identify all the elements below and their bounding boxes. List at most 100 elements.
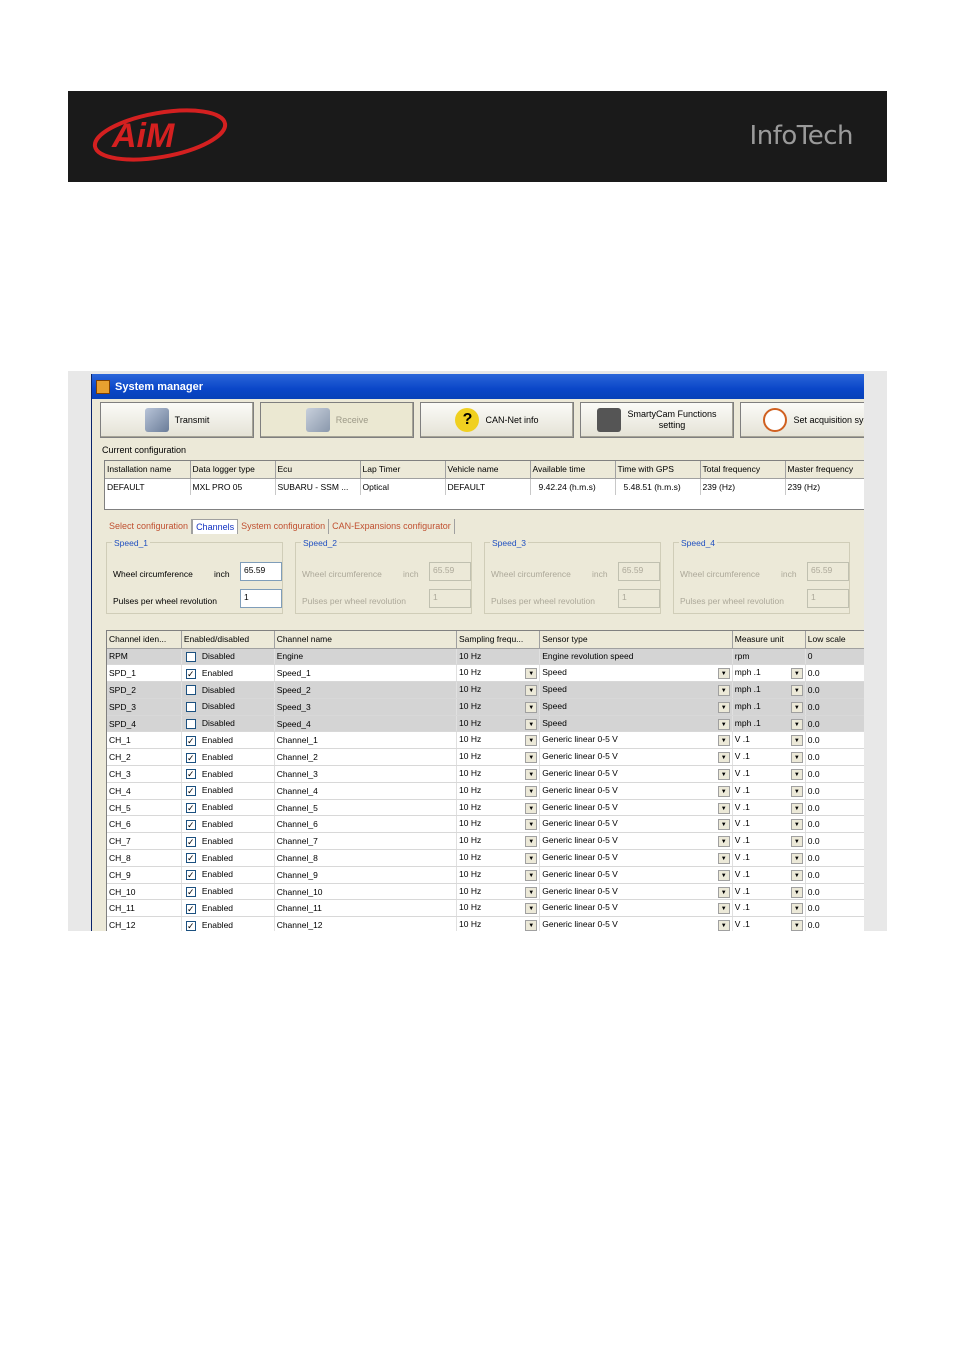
sampling-frequency-cell[interactable]: 10 Hz ▼: [456, 799, 541, 817]
unit-dropdown-icon[interactable]: ▼: [790, 852, 803, 864]
unit-dropdown-icon[interactable]: ▼: [790, 668, 803, 680]
unit-dropdown-icon[interactable]: ▼: [790, 684, 803, 696]
sensor-type-cell[interactable]: Generic linear 0-5 V ▼: [539, 832, 733, 851]
enabled-cell[interactable]: ✓ Enabled: [181, 664, 275, 683]
enabled-cell[interactable]: ✓ Enabled: [181, 849, 275, 867]
enabled-cell[interactable]: ✓ Enabled: [181, 899, 275, 918]
sampling-dropdown-icon[interactable]: ▼: [525, 903, 538, 915]
column-header[interactable]: Sensor type: [539, 631, 733, 649]
tab-can-expansions[interactable]: CAN-Expansions configurator: [329, 519, 455, 534]
sensor-type-cell[interactable]: Generic linear 0-5 V ▼: [539, 731, 733, 750]
sampling-frequency-cell[interactable]: 10 Hz ▼: [456, 849, 541, 867]
table-row[interactable]: SPD_4 Disabled Speed_4 10 Hz ▼ Speed ▼ mph .1 ▼ 0…: [107, 715, 864, 733]
sensor-type-cell[interactable]: Speed ▼: [539, 715, 733, 733]
sampling-frequency-cell[interactable]: 10 Hz ▼: [456, 765, 541, 783]
enabled-cell[interactable]: ✓ Enabled: [181, 866, 275, 884]
sensor-dropdown-icon[interactable]: ▼: [717, 668, 730, 680]
low-scale[interactable]: 0.0: [805, 782, 864, 800]
sensor-type-cell[interactable]: Generic linear 0-5 V ▼: [539, 849, 733, 867]
low-scale[interactable]: 0.0: [805, 883, 864, 901]
measure-unit-cell[interactable]: V .1 ▼: [732, 748, 806, 767]
unit-dropdown-icon[interactable]: ▼: [790, 735, 803, 747]
sampling-dropdown-icon[interactable]: ▼: [525, 886, 538, 898]
low-scale[interactable]: 0.0: [805, 916, 864, 931]
table-row[interactable]: CH_4 ✓ Enabled Channel_4 10 Hz ▼ Generic linea…: [107, 782, 864, 800]
low-scale[interactable]: 0.0: [805, 765, 864, 783]
table-row[interactable]: CH_3 ✓ Enabled Channel_3 10 Hz ▼ Generic linea…: [107, 765, 864, 783]
measure-unit-cell[interactable]: mph .1 ▼: [732, 698, 806, 716]
channel-name[interactable]: Channel_4: [274, 782, 458, 800]
unit-dropdown-icon[interactable]: ▼: [790, 819, 803, 831]
table-row[interactable]: CH_5 ✓ Enabled Channel_5 10 Hz ▼ Generic linea…: [107, 799, 864, 817]
enabled-cell[interactable]: Disabled: [181, 715, 275, 733]
column-header[interactable]: Enabled/disabled: [181, 631, 275, 649]
sensor-dropdown-icon[interactable]: ▼: [717, 701, 730, 713]
channel-name[interactable]: Channel_5: [274, 799, 458, 817]
sensor-dropdown-icon[interactable]: ▼: [717, 886, 730, 898]
channel-name[interactable]: Engine: [274, 648, 458, 666]
enable-checkbox[interactable]: ✓: [185, 886, 196, 897]
sensor-dropdown-icon[interactable]: ▼: [717, 802, 730, 814]
unit-dropdown-icon[interactable]: ▼: [790, 785, 803, 797]
channel-name[interactable]: Channel_1: [274, 731, 458, 750]
channel-name[interactable]: Channel_12: [274, 916, 458, 931]
unit-dropdown-icon[interactable]: ▼: [790, 752, 803, 764]
sampling-frequency-cell[interactable]: 10 Hz ▼: [456, 899, 541, 918]
sampling-frequency-cell[interactable]: 10 Hz ▼: [456, 681, 541, 699]
low-scale[interactable]: 0.0: [805, 899, 864, 918]
column-header[interactable]: Channel name: [274, 631, 458, 649]
sensor-type-cell[interactable]: Generic linear 0-5 V ▼: [539, 782, 733, 800]
enable-checkbox[interactable]: ✓: [185, 786, 196, 797]
unit-dropdown-icon[interactable]: ▼: [790, 886, 803, 898]
enable-checkbox[interactable]: ✓: [185, 836, 196, 847]
sensor-type-cell[interactable]: Speed ▼: [539, 681, 733, 699]
transmit-button[interactable]: Transmit: [100, 402, 254, 438]
low-scale[interactable]: 0.0: [805, 815, 864, 834]
enabled-cell[interactable]: ✓ Enabled: [181, 799, 275, 817]
enabled-cell[interactable]: ✓ Enabled: [181, 731, 275, 750]
sampling-frequency-cell[interactable]: 10 Hz ▼: [456, 916, 541, 931]
unit-dropdown-icon[interactable]: ▼: [790, 768, 803, 780]
receive-button[interactable]: Receive: [260, 402, 414, 438]
unit-dropdown-icon[interactable]: ▼: [790, 701, 803, 713]
low-scale[interactable]: 0.0: [805, 832, 864, 851]
unit-dropdown-icon[interactable]: ▼: [790, 869, 803, 881]
enabled-cell[interactable]: ✓ Enabled: [181, 782, 275, 800]
table-row[interactable]: CH_7 ✓ Enabled Channel_7 10 Hz ▼ Generic linea…: [107, 832, 864, 851]
enable-checkbox[interactable]: ✓: [185, 903, 196, 914]
channel-name[interactable]: Speed_2: [274, 681, 458, 699]
sensor-type-cell[interactable]: Generic linear 0-5 V ▼: [539, 899, 733, 918]
sensor-dropdown-icon[interactable]: ▼: [717, 869, 730, 881]
enable-checkbox[interactable]: ✓: [185, 819, 196, 830]
channel-name[interactable]: Speed_3: [274, 698, 458, 716]
enabled-cell[interactable]: Disabled: [181, 698, 275, 716]
sampling-frequency-cell[interactable]: 10 Hz ▼: [456, 883, 541, 901]
sampling-dropdown-icon[interactable]: ▼: [525, 668, 538, 680]
sampling-dropdown-icon[interactable]: ▼: [525, 718, 538, 730]
tab-select-configuration[interactable]: Select configuration: [106, 519, 193, 534]
enabled-cell[interactable]: ✓ Enabled: [181, 883, 275, 901]
sampling-dropdown-icon[interactable]: ▼: [525, 819, 538, 831]
smartycam-button[interactable]: SmartyCam Functions setting: [580, 402, 734, 438]
enable-checkbox[interactable]: ✓: [185, 752, 196, 763]
enable-checkbox[interactable]: ✓: [185, 870, 196, 881]
sampling-dropdown-icon[interactable]: ▼: [525, 701, 538, 713]
sensor-dropdown-icon[interactable]: ▼: [717, 836, 730, 848]
table-row[interactable]: SPD_2 Disabled Speed_2 10 Hz ▼ Speed ▼ mph .1 ▼ 0…: [107, 681, 864, 699]
channel-name[interactable]: Speed_4: [274, 715, 458, 733]
enable-checkbox[interactable]: [185, 651, 196, 662]
low-scale[interactable]: 0.0: [805, 681, 864, 699]
enable-checkbox[interactable]: [185, 685, 196, 696]
channel-name[interactable]: Channel_11: [274, 899, 458, 918]
table-row[interactable]: CH_12 ✓ Enabled Channel_12 10 Hz ▼ Generic lin…: [107, 916, 864, 931]
channel-name[interactable]: Channel_6: [274, 815, 458, 834]
table-row[interactable]: CH_11 ✓ Enabled Channel_11 10 Hz ▼ Generic lin…: [107, 899, 864, 918]
enable-checkbox[interactable]: [185, 702, 196, 713]
sensor-type-cell[interactable]: Speed ▼: [539, 664, 733, 683]
sampling-frequency-cell[interactable]: 10 Hz ▼: [456, 748, 541, 767]
column-header[interactable]: Sampling frequ...: [456, 631, 541, 649]
sensor-dropdown-icon[interactable]: ▼: [717, 920, 730, 931]
sensor-type-cell[interactable]: Generic linear 0-5 V ▼: [539, 916, 733, 931]
channel-name[interactable]: Channel_9: [274, 866, 458, 884]
sensor-dropdown-icon[interactable]: ▼: [717, 785, 730, 797]
